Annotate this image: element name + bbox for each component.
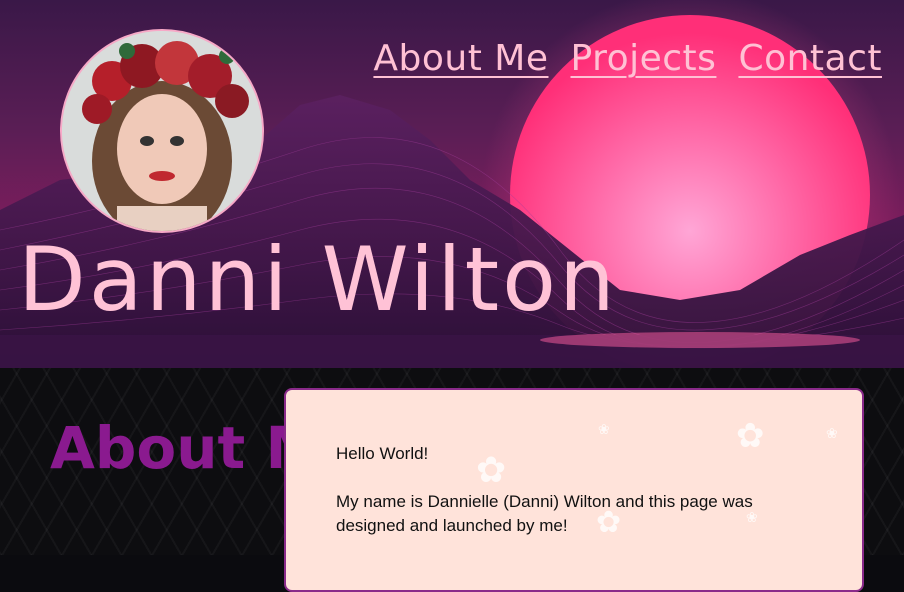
- hero-banner: About Me Projects Contact Danni Wilton: [0, 0, 904, 368]
- nav-link-projects[interactable]: Projects: [571, 38, 717, 79]
- about-section: About Me ✿ ✿ ✿ ❀ ❀ ❀ Hello World! My nam…: [0, 368, 904, 592]
- intro-text: My name is Dannielle (Danni) Wilton and …: [336, 492, 753, 535]
- flower-icon: ✿: [736, 416, 765, 456]
- petal-icon: ❀: [598, 422, 610, 438]
- site-title: Danni Wilton: [18, 228, 618, 331]
- nav-link-about-me[interactable]: About Me: [373, 38, 548, 79]
- greeting-text: Hello World!: [336, 444, 429, 463]
- main-nav: About Me Projects Contact: [373, 38, 882, 79]
- petal-icon: ❀: [826, 426, 838, 442]
- flower-icon: ✿: [476, 450, 507, 491]
- about-card: ✿ ✿ ✿ ❀ ❀ ❀ Hello World! My name is Dann…: [284, 388, 864, 592]
- nav-link-contact[interactable]: Contact: [738, 38, 882, 79]
- profile-avatar: [60, 29, 264, 233]
